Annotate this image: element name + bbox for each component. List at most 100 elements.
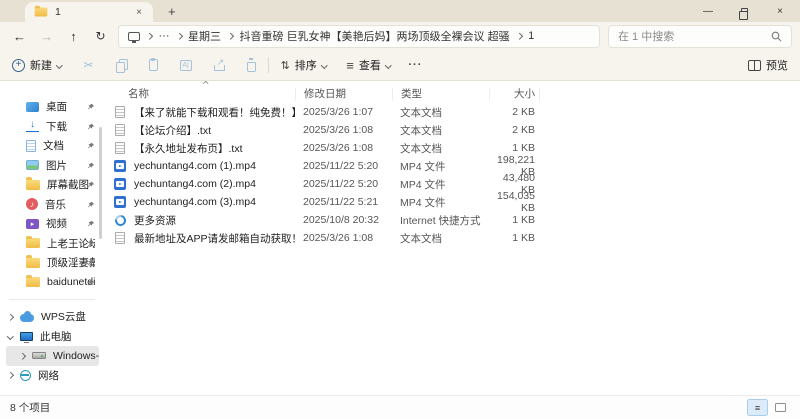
window-controls: — × xyxy=(702,0,800,22)
downloads-icon xyxy=(26,120,39,132)
collapse-chevron-icon[interactable] xyxy=(7,333,13,339)
sort-button[interactable]: ⇅ 排序 xyxy=(281,57,327,73)
up-button[interactable]: ↑ xyxy=(60,29,87,44)
new-plus-icon xyxy=(12,59,25,72)
column-header-date[interactable]: 修改日期 xyxy=(296,88,393,101)
paste-button[interactable] xyxy=(149,59,158,71)
restore-button[interactable] xyxy=(738,8,750,15)
view-toggles: ≡ xyxy=(747,399,786,416)
sidebar-item-desktop[interactable]: 桌面 xyxy=(0,97,104,117)
sidebar-item-music[interactable]: 音乐 xyxy=(0,195,104,215)
column-headers: 名称 修改日期 类型 大小 xyxy=(108,85,800,103)
sidebar-item-network[interactable]: 网络 xyxy=(0,366,104,386)
new-tab-button[interactable]: + xyxy=(168,4,176,19)
address-bar[interactable]: ··· 星期三 抖音重磅 巨乳女神【美艳后妈】两场顶级全裸会议 超骚 1 xyxy=(118,25,600,48)
drive-icon xyxy=(32,352,46,359)
text-file-icon xyxy=(115,142,125,154)
view-button[interactable]: ≡ 查看 xyxy=(346,57,390,73)
details-view-button[interactable]: ≡ xyxy=(747,399,768,416)
file-row[interactable]: yechuntang4.com (2).mp4 2025/11/22 5:20 … xyxy=(108,175,800,193)
sidebar-item-documents[interactable]: 文档 xyxy=(0,136,104,156)
file-explorer-window: 1 × + — × ← → ↑ ↻ ··· 星期三 抖音重磅 巨乳女神【美艳后妈… xyxy=(0,0,800,419)
file-row[interactable]: 最新地址及APP请发邮箱自动获取！！！.txt 2025/3/26 1:08 文… xyxy=(108,229,800,247)
file-row[interactable]: yechuntang4.com (3).mp4 2025/11/22 5:21 … xyxy=(108,193,800,211)
pin-icon xyxy=(87,142,95,150)
delete-button[interactable] xyxy=(247,62,256,72)
sidebar-item-pictures[interactable]: 图片 xyxy=(0,156,104,176)
pin-icon xyxy=(87,240,95,248)
folder-icon xyxy=(35,8,48,17)
file-row[interactable]: 【论坛介绍】.txt 2025/3/26 1:08 文本文档 2 KB xyxy=(108,121,800,139)
rename-button[interactable] xyxy=(180,60,192,71)
sidebar-item-wps-cloud[interactable]: WPS云盘 xyxy=(0,307,104,327)
sort-icon: ⇅ xyxy=(281,59,290,72)
preview-pane-icon xyxy=(748,60,761,71)
preview-label: 预览 xyxy=(766,57,788,73)
pin-icon xyxy=(87,279,95,287)
sidebar-item-downloads[interactable]: 下载 xyxy=(0,117,104,137)
pin-icon xyxy=(87,123,95,131)
minimize-button[interactable]: — xyxy=(702,6,714,17)
video-file-icon xyxy=(114,196,126,208)
folder-icon xyxy=(26,238,40,248)
toolbar-divider xyxy=(268,57,269,73)
cloud-icon xyxy=(20,314,34,322)
more-options-button[interactable]: ··· xyxy=(408,59,422,71)
sidebar-item-folder-2[interactable]: 顶级淫妻戴安 xyxy=(0,253,104,273)
cut-button[interactable]: ✂ xyxy=(84,58,94,72)
new-button[interactable]: 新建 xyxy=(12,57,62,73)
expand-chevron-icon[interactable] xyxy=(7,372,13,378)
navigation-bar: ← → ↑ ↻ ··· 星期三 抖音重磅 巨乳女神【美艳后妈】两场顶级全裸会议 … xyxy=(0,22,800,50)
forward-button[interactable]: → xyxy=(33,29,60,44)
column-header-type[interactable]: 类型 xyxy=(393,88,490,101)
file-row[interactable]: 【永久地址发布页】.txt 2025/3/26 1:08 文本文档 1 KB xyxy=(108,139,800,157)
tab-close-icon[interactable]: × xyxy=(134,7,144,18)
breadcrumb-segment[interactable]: 1 xyxy=(528,30,534,42)
close-button[interactable]: × xyxy=(774,6,786,17)
chevron-right-icon xyxy=(146,33,152,39)
computer-icon xyxy=(20,332,33,341)
breadcrumb-segment[interactable]: 星期三 xyxy=(188,28,221,44)
text-file-icon xyxy=(115,232,125,244)
navigation-pane: 桌面 下载 文档 图片 屏幕截图 xyxy=(0,81,104,395)
chevron-right-icon xyxy=(176,33,182,39)
sidebar-item-windows-ssd[interactable]: Windows-SSD xyxy=(6,346,99,366)
sidebar-item-videos[interactable]: 视频 xyxy=(0,214,104,234)
sidebar-item-folder-1[interactable]: 上老王论坛当 xyxy=(0,234,104,254)
large-icons-view-button[interactable] xyxy=(775,403,786,412)
documents-icon xyxy=(26,140,36,152)
internet-shortcut-icon xyxy=(112,212,127,227)
video-file-icon xyxy=(114,160,126,172)
pictures-icon xyxy=(26,160,39,170)
videos-icon xyxy=(26,219,39,229)
share-button[interactable] xyxy=(214,59,225,71)
this-pc-icon xyxy=(128,32,140,41)
video-file-icon xyxy=(114,178,126,190)
chevron-right-icon xyxy=(516,33,522,39)
expand-chevron-icon[interactable] xyxy=(19,353,25,359)
chevron-right-icon xyxy=(227,33,233,39)
sidebar-item-folder-3[interactable]: baidunetdisl xyxy=(0,273,104,293)
copy-button[interactable] xyxy=(116,59,127,71)
column-header-name[interactable]: 名称 xyxy=(128,88,296,101)
column-header-size[interactable]: 大小 xyxy=(490,88,540,101)
tab-bar: 1 × + — × xyxy=(0,0,800,22)
view-label: 查看 xyxy=(359,57,381,73)
status-bar: 8 个项目 ≡ xyxy=(0,395,800,419)
search-input[interactable]: 在 1 中搜索 xyxy=(608,25,792,48)
file-row[interactable]: 更多资源 2025/10/8 20:32 Internet 快捷方式 1 KB xyxy=(108,211,800,229)
back-button[interactable]: ← xyxy=(6,29,33,44)
sidebar-item-this-pc[interactable]: 此电脑 xyxy=(0,327,104,347)
file-row[interactable]: yechuntang4.com (1).mp4 2025/11/22 5:20 … xyxy=(108,157,800,175)
sidebar-item-screenshots[interactable]: 屏幕截图 xyxy=(0,175,104,195)
chevron-down-icon xyxy=(321,62,327,68)
file-row[interactable]: 【来了就能下载和观看！纯免费！】.txt 2025/3/26 1:07 文本文档… xyxy=(108,103,800,121)
refresh-button[interactable]: ↻ xyxy=(87,29,114,43)
explorer-tab[interactable]: 1 × xyxy=(25,2,153,22)
preview-button[interactable]: 预览 xyxy=(748,57,788,73)
breadcrumb-collapsed[interactable]: ··· xyxy=(159,30,170,42)
command-toolbar: 新建 ✂ ⇅ 排序 ≡ 查看 ··· 预览 xyxy=(0,50,800,81)
expand-chevron-icon[interactable] xyxy=(7,314,13,320)
breadcrumb-segment[interactable]: 抖音重磅 巨乳女神【美艳后妈】两场顶级全裸会议 超骚 xyxy=(240,28,510,44)
sidebar-scrollbar[interactable] xyxy=(99,127,102,239)
